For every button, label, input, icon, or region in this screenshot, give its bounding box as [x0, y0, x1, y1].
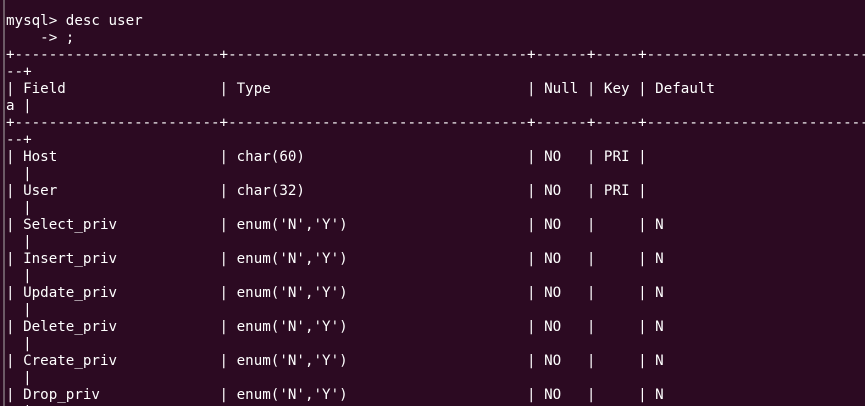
prompt-command-line: mysql> desc user — [6, 13, 143, 29]
table-row: | Insert_priv | enum('N','Y') | NO | | N — [6, 251, 664, 267]
terminal-output[interactable]: mysql> desc user -> ; +------------------… — [6, 13, 865, 406]
table-row: | Host | char(60) | NO | PRI | — [6, 149, 647, 165]
table-row: | Drop_priv | enum('N','Y') | NO | | N — [6, 387, 664, 403]
table-row: | Delete_priv | enum('N','Y') | NO | | N — [6, 319, 664, 335]
table-border-wrap: --+ — [6, 64, 32, 80]
table-row-wrap: | — [6, 268, 32, 284]
table-row: | User | char(32) | NO | PRI | — [6, 183, 647, 199]
table-header-row: | Field | Type | Null | Key | Default — [6, 81, 715, 97]
table-border-wrap: --+ — [6, 132, 32, 148]
table-row: | Update_priv | enum('N','Y') | NO | | N — [6, 285, 664, 301]
table-row-wrap: | — [6, 302, 32, 318]
table-header-wrap: a | — [6, 98, 32, 114]
table-row-wrap: | — [6, 166, 32, 182]
table-row: | Create_priv | enum('N','Y') | NO | | N — [6, 353, 664, 369]
terminal-window[interactable]: mysql> desc user -> ; +------------------… — [0, 0, 865, 406]
table-row-wrap: | — [6, 234, 32, 250]
table-border-line: +------------------------+--------------… — [6, 47, 865, 63]
continuation-line: -> ; — [6, 30, 75, 46]
table-border-line: +------------------------+--------------… — [6, 115, 865, 131]
table-row-wrap: | — [6, 200, 32, 216]
table-row-wrap: | — [6, 370, 32, 386]
terminal-left-border — [3, 0, 5, 406]
table-row: | Select_priv | enum('N','Y') | NO | | N — [6, 217, 664, 233]
table-row-wrap: | — [6, 336, 32, 352]
